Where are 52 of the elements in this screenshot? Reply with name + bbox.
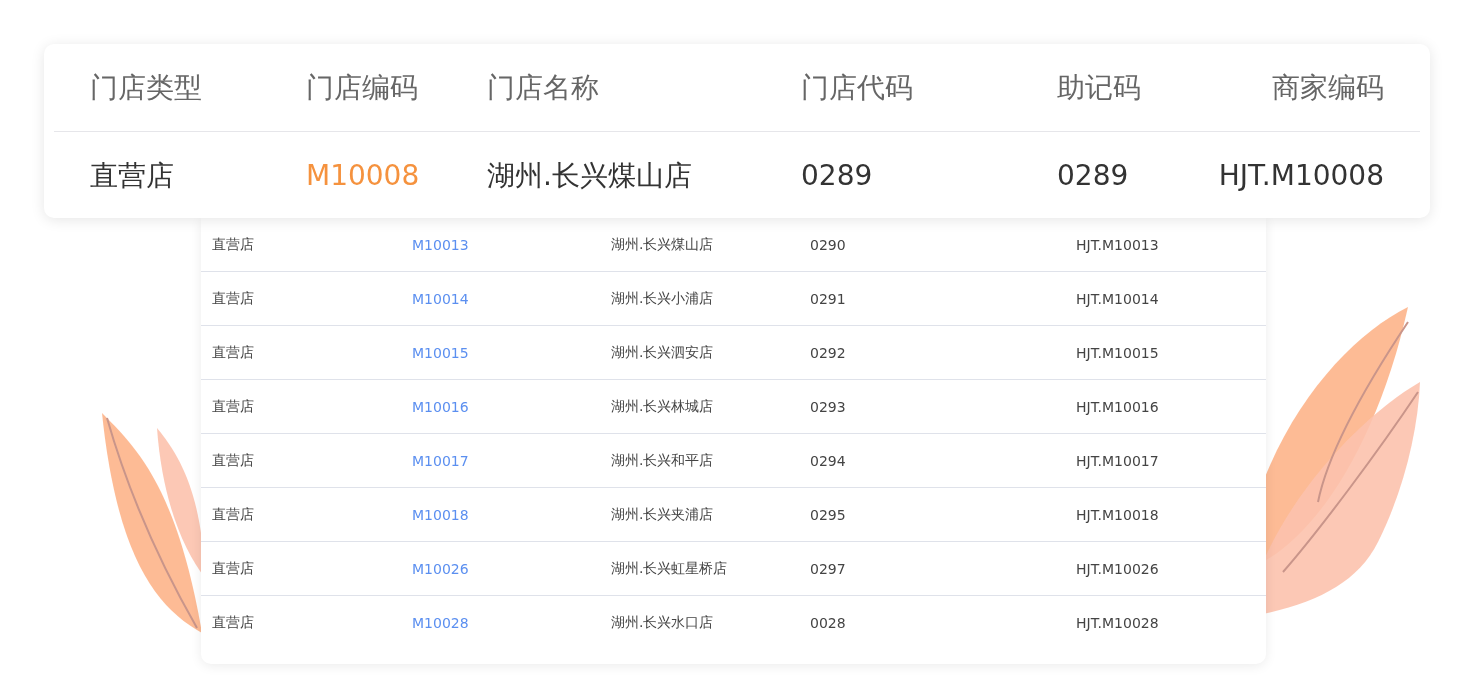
table-cell: HJT.M10026	[1076, 560, 1159, 577]
store-code-link[interactable]: M10028	[412, 614, 469, 631]
table-cell-text: 0289	[1057, 159, 1130, 192]
table-cell: 0291	[810, 290, 846, 307]
table-cell: HJT.M10017	[1076, 452, 1159, 469]
table-cell: 直营店	[212, 235, 254, 254]
table-cell: 湖州.长兴水口店	[611, 613, 714, 632]
column-header: 门店代码	[801, 69, 914, 106]
store-code-link[interactable]: M10018	[412, 506, 469, 523]
store-code-link[interactable]: M10015	[412, 344, 469, 361]
table-cell-text: 直营店	[90, 157, 175, 194]
table-cell: HJT.M10008	[1218, 159, 1384, 192]
table-cell: 0294	[810, 452, 846, 469]
table-cell: 直营店	[212, 559, 254, 578]
table-cell: 直营店	[212, 289, 254, 308]
table-cell: 湖州.长兴煤山店	[611, 235, 714, 254]
column-header: 门店编码	[306, 69, 419, 106]
table-cell: 0028	[810, 614, 846, 631]
column-header: 助记码	[1057, 69, 1142, 106]
table-cell: 直营店	[212, 397, 254, 416]
table-cell: HJT.M10018	[1076, 506, 1159, 523]
table-cell: 湖州.长兴林城店	[611, 397, 714, 416]
table-cell-text: 湖州.长兴煤山店	[487, 157, 693, 194]
table-cell: 湖州.长兴虹星桥店	[611, 559, 728, 578]
table-cell: HJT.M10014	[1076, 290, 1159, 307]
table-cell: 0297	[810, 560, 846, 577]
table-cell: HJT.M10015	[1076, 344, 1159, 361]
table-cell: 湖州.长兴和平店	[611, 451, 714, 470]
store-code-link[interactable]: M10016	[412, 398, 469, 415]
table-cell: HJT.M10013	[1076, 236, 1159, 253]
column-header: 门店类型	[90, 69, 203, 106]
table-cell: HJT.M10016	[1076, 398, 1159, 415]
store-code-link[interactable]: M10014	[412, 290, 469, 307]
table-cell: 0290	[810, 236, 846, 253]
table-cell: 0293	[810, 398, 846, 415]
table-cell: 湖州.长兴小浦店	[611, 289, 714, 308]
table-cell: 湖州.长兴夹浦店	[611, 505, 714, 524]
table-cell: 直营店	[212, 451, 254, 470]
store-code-link[interactable]: M10026	[412, 560, 469, 577]
table-cell-text: 0289	[801, 159, 874, 192]
column-header: 商家编码	[1272, 69, 1384, 106]
table-cell: 0295	[810, 506, 846, 523]
table-cell: 直营店	[212, 505, 254, 524]
table-cell: 直营店	[212, 343, 254, 362]
table-cell: HJT.M10028	[1076, 614, 1159, 631]
store-code-link[interactable]: M10017	[412, 452, 469, 469]
table-cell: 湖州.长兴泗安店	[611, 343, 714, 362]
store-code-link[interactable]: M10013	[412, 236, 469, 253]
store-code-link[interactable]: M10008	[306, 159, 487, 192]
table-cell: 直营店	[212, 613, 254, 632]
table-cell: 0292	[810, 344, 846, 361]
column-header: 门店名称	[487, 69, 600, 106]
